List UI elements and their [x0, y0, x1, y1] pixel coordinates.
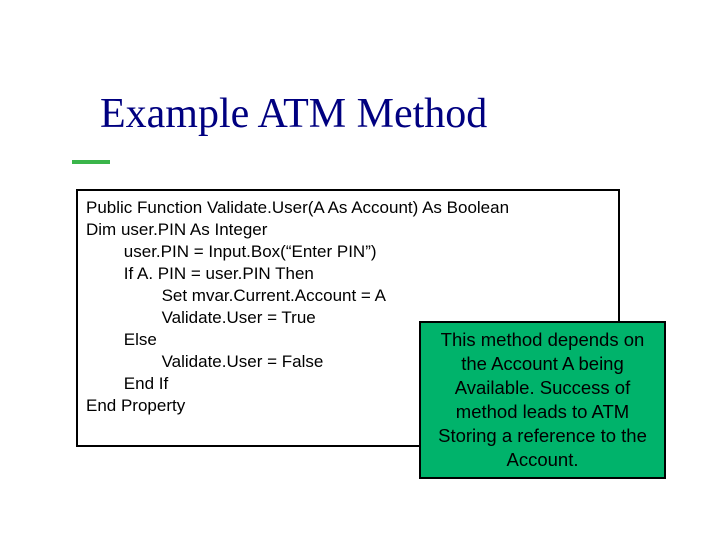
code-line: Dim user.PIN As Integer: [86, 219, 610, 241]
code-line: user.PIN = Input.Box(“Enter PIN”): [86, 241, 610, 263]
title-accent: [72, 160, 110, 164]
code-line: Set mvar.Current.Account = A: [86, 285, 610, 307]
code-line: Public Function Validate.User(A As Accou…: [86, 197, 610, 219]
code-line: If A. PIN = user.PIN Then: [86, 263, 610, 285]
explanation-box: This method depends on the Account A bei…: [419, 321, 666, 479]
explanation-text: This method depends on the Account A bei…: [429, 328, 656, 472]
slide: Example ATM Method Public Function Valid…: [0, 0, 720, 540]
slide-title: Example ATM Method: [100, 90, 487, 138]
